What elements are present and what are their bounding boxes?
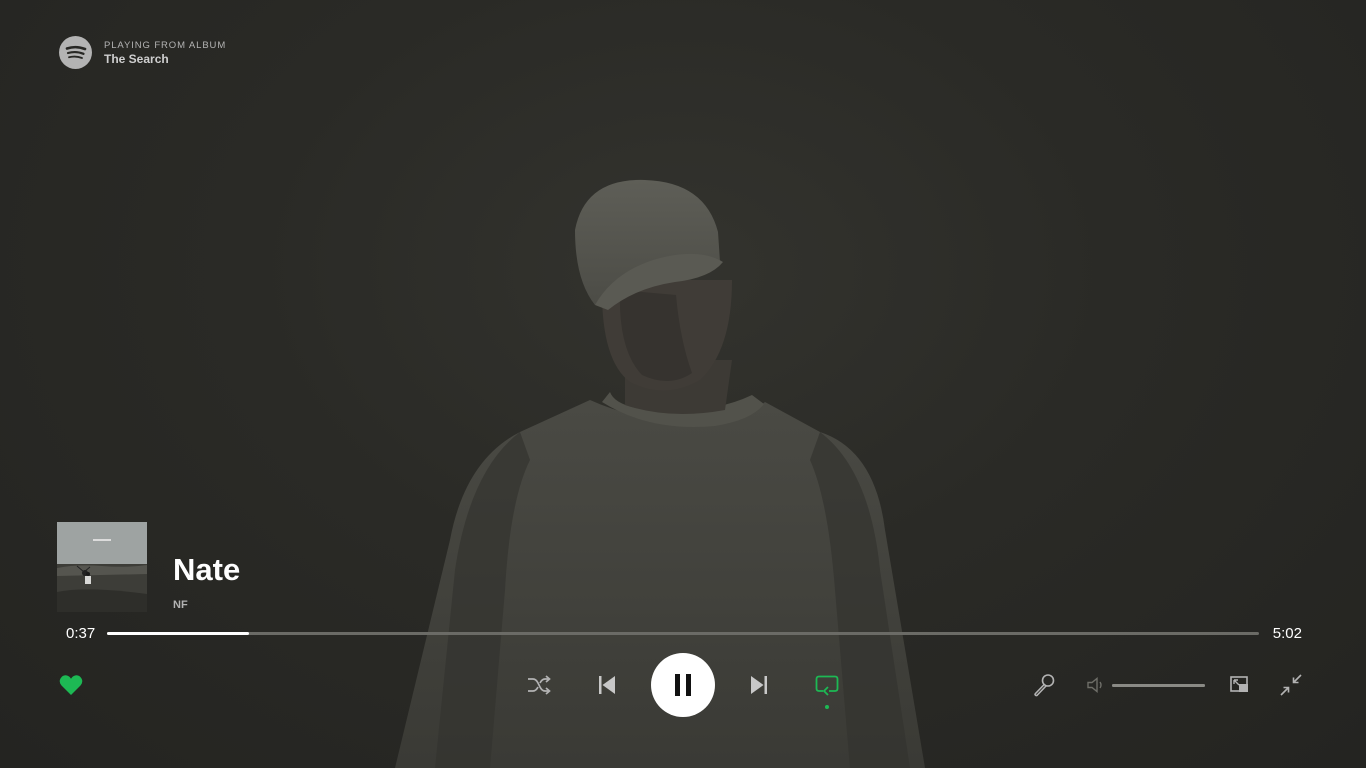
elapsed-time: 0:37 <box>66 625 96 642</box>
now-playing-info: Nate NF <box>57 522 240 612</box>
total-duration: 5:02 <box>1272 625 1302 642</box>
picture-in-picture-icon <box>1230 676 1248 692</box>
speaker-icon <box>1087 677 1102 693</box>
playback-controls <box>0 650 1366 720</box>
skip-forward-icon <box>751 676 767 694</box>
shuffle-button[interactable] <box>525 672 553 698</box>
pause-button[interactable] <box>651 653 715 717</box>
fullscreen-player: PLAYING FROM ALBUM The Search Nate NF 0:… <box>0 0 1366 768</box>
playing-from-label: PLAYING FROM ALBUM <box>104 39 227 51</box>
progress-bar[interactable] <box>107 632 1259 635</box>
volume-slider[interactable] <box>1112 684 1205 687</box>
shuffle-icon <box>528 675 551 695</box>
volume-button[interactable] <box>1086 675 1106 695</box>
pause-icon <box>675 674 691 696</box>
miniplayer-button[interactable] <box>1228 673 1252 697</box>
repeat-button[interactable] <box>813 672 841 698</box>
repeat-active-indicator <box>825 705 829 709</box>
exit-fullscreen-button[interactable] <box>1278 672 1304 698</box>
track-title[interactable]: Nate <box>173 552 240 588</box>
skip-back-icon <box>599 676 615 694</box>
playing-from-header: PLAYING FROM ALBUM The Search <box>59 36 226 69</box>
minimize-icon <box>1280 674 1302 696</box>
album-link[interactable]: The Search <box>104 52 226 67</box>
artist-name[interactable]: NF <box>173 598 240 612</box>
microphone-icon <box>1034 674 1055 697</box>
album-cover[interactable] <box>57 522 147 612</box>
progress-row: 0:37 5:02 <box>66 624 1302 644</box>
volume-fill <box>1112 684 1205 687</box>
like-button[interactable] <box>57 672 85 698</box>
progress-fill <box>107 632 249 635</box>
spotify-logo-icon <box>59 36 92 69</box>
lyrics-button[interactable] <box>1030 672 1058 698</box>
next-button[interactable] <box>746 672 772 698</box>
heart-icon <box>59 675 83 695</box>
previous-button[interactable] <box>594 672 620 698</box>
repeat-icon <box>815 675 839 696</box>
